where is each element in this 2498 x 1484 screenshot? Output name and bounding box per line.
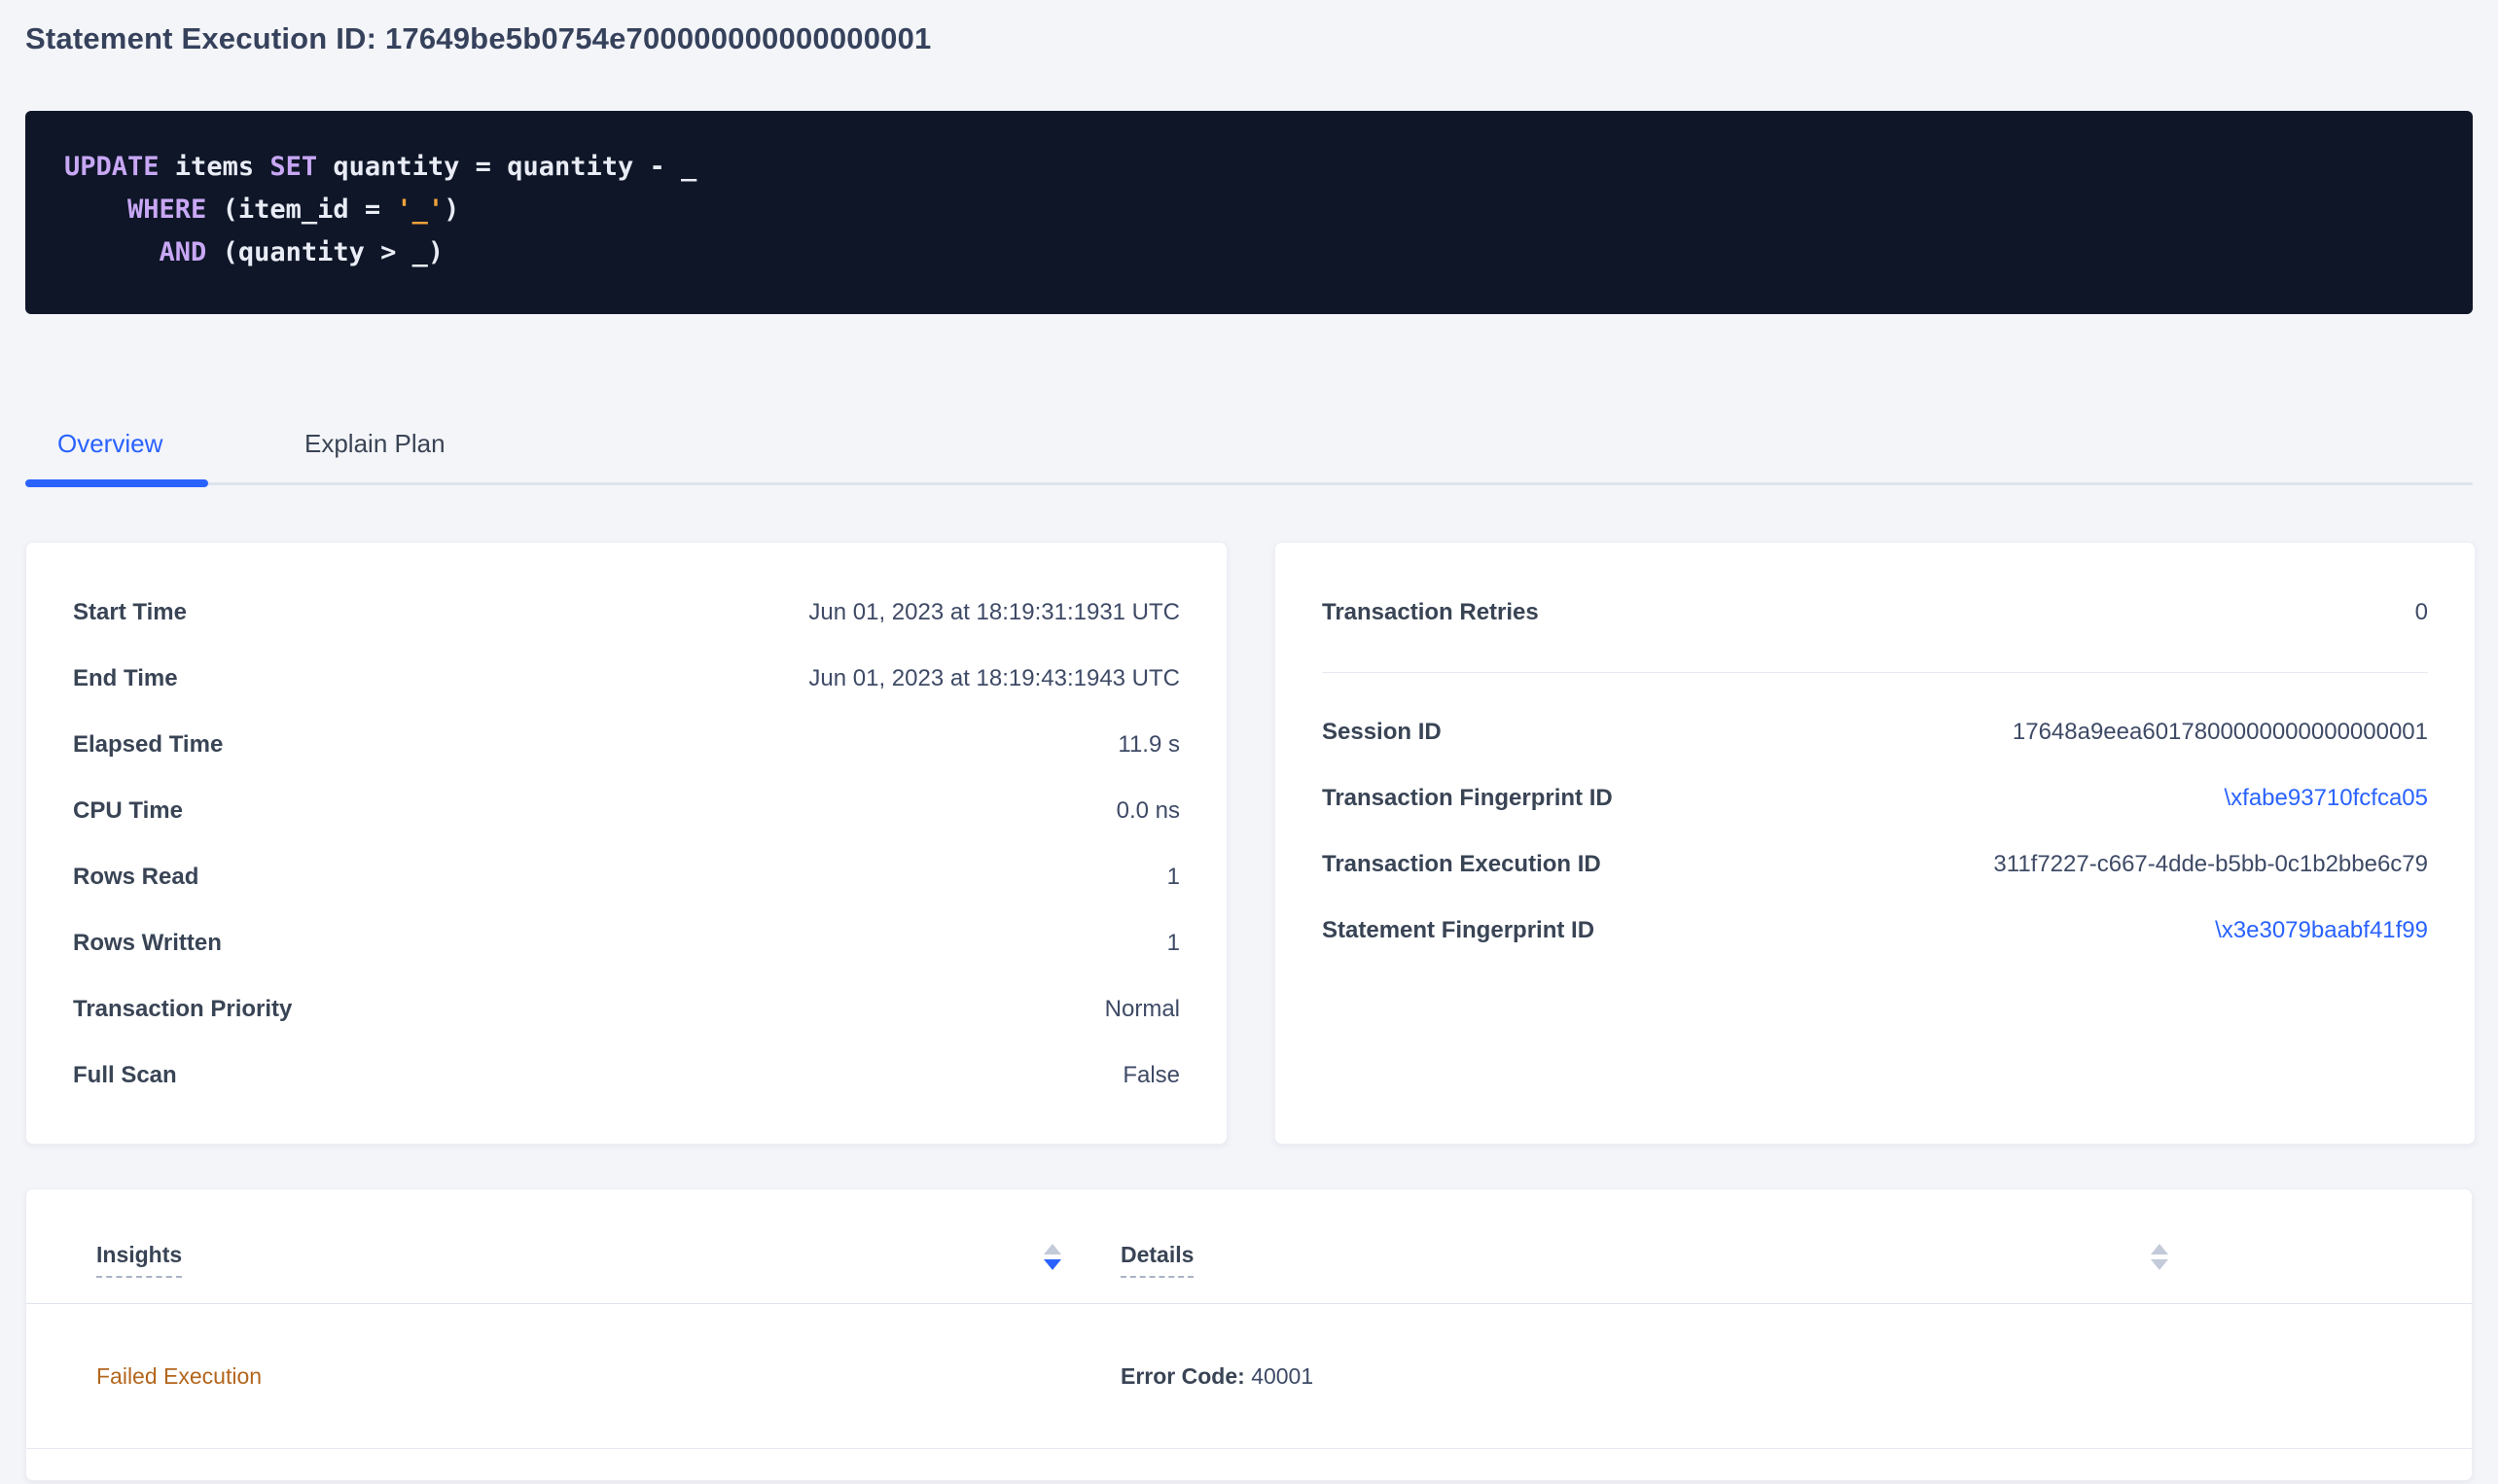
overview-stats-card: Start Time Jun 01, 2023 at 18:19:31:1931… — [25, 542, 1228, 1145]
active-tab-indicator — [25, 479, 208, 487]
column-header-insights[interactable]: Insights — [96, 1242, 182, 1278]
tab-overview[interactable]: Overview — [57, 429, 162, 459]
insights-table-header: Insights Details — [26, 1189, 2472, 1304]
insights-table-row: Failed Execution Error Code: 40001 — [26, 1304, 2472, 1449]
stat-label: CPU Time — [73, 797, 183, 825]
transaction-execution-id-value: 311f7227-c667-4dde-b5bb-0c1b2bbe6c79 — [1993, 851, 2428, 878]
stat-label: Session ID — [1322, 719, 1442, 746]
sql-statement-code: UPDATE items SET quantity = quantity - _… — [64, 146, 2434, 274]
stat-label: Rows Read — [73, 864, 198, 891]
page-title: Statement Execution ID: 17649be5b0754e70… — [25, 21, 931, 56]
transaction-ids-card: Transaction Retries 0 Session ID 17648a9… — [1274, 542, 2476, 1145]
statement-fingerprint-id-link[interactable]: \x3e3079baabf41f99 — [2215, 917, 2428, 944]
stat-row: Rows Written 1 — [73, 910, 1180, 976]
caret-up-icon — [1044, 1244, 1061, 1254]
caret-down-icon — [1044, 1259, 1061, 1270]
stat-label: Start Time — [73, 599, 187, 626]
stat-row: Elapsed Time 11.9 s — [73, 712, 1180, 778]
caret-down-icon — [2151, 1259, 2168, 1270]
stat-value: 11.9 s — [1118, 731, 1180, 759]
stat-value: Normal — [1105, 996, 1180, 1023]
stat-value: Jun 01, 2023 at 18:19:43:1943 UTC — [808, 665, 1180, 692]
stat-row: Transaction Priority Normal — [73, 976, 1180, 1042]
stat-row: Transaction Execution ID 311f7227-c667-4… — [1322, 831, 2428, 898]
tab-explain-plan[interactable]: Explain Plan — [304, 429, 446, 459]
stat-value: 1 — [1167, 930, 1180, 957]
stat-value: 0 — [2415, 599, 2428, 626]
error-code-value: 40001 — [1251, 1363, 1313, 1389]
stat-row: Transaction Fingerprint ID \xfabe93710fc… — [1322, 765, 2428, 831]
error-code-label: Error Code: — [1121, 1363, 1245, 1389]
stat-value: 0.0 ns — [1117, 797, 1180, 825]
stat-row: CPU Time 0.0 ns — [73, 778, 1180, 844]
stat-label: Transaction Execution ID — [1322, 851, 1601, 878]
sort-icon-insights[interactable] — [1044, 1244, 1061, 1270]
transaction-fingerprint-id-link[interactable]: \xfabe93710fcfca05 — [2225, 785, 2429, 812]
stat-row: Start Time Jun 01, 2023 at 18:19:31:1931… — [73, 580, 1180, 646]
insight-details-cell: Error Code: 40001 — [1121, 1363, 1313, 1390]
card-divider — [1322, 672, 2428, 673]
stat-value: 1 — [1167, 864, 1180, 891]
stat-label: Transaction Priority — [73, 996, 292, 1023]
stat-label: Full Scan — [73, 1062, 177, 1089]
stat-label: Transaction Retries — [1322, 599, 1539, 626]
stat-row: Session ID 17648a9eea6017800000000000000… — [1322, 699, 2428, 765]
stat-label: Rows Written — [73, 930, 222, 957]
session-id-value: 17648a9eea6017800000000000000001 — [2013, 719, 2428, 746]
stat-value: Jun 01, 2023 at 18:19:31:1931 UTC — [808, 599, 1180, 626]
stat-row: Full Scan False — [73, 1042, 1180, 1109]
stat-label: Statement Fingerprint ID — [1322, 917, 1594, 944]
stat-value: False — [1123, 1062, 1180, 1089]
caret-up-icon — [2151, 1244, 2168, 1254]
insight-type-cell: Failed Execution — [96, 1363, 262, 1390]
stat-row: Transaction Retries 0 — [1322, 580, 2428, 646]
stat-row: Statement Fingerprint ID \x3e3079baabf41… — [1322, 898, 2428, 964]
stat-label: End Time — [73, 665, 178, 692]
stat-row: End Time Jun 01, 2023 at 18:19:43:1943 U… — [73, 646, 1180, 712]
column-header-details[interactable]: Details — [1121, 1242, 1194, 1278]
stat-label: Elapsed Time — [73, 731, 223, 759]
stat-label: Transaction Fingerprint ID — [1322, 785, 1613, 812]
sort-icon-details[interactable] — [2151, 1244, 2168, 1270]
insights-table-card: Insights Details Failed Execution Error … — [25, 1188, 2473, 1481]
sql-statement-box: UPDATE items SET quantity = quantity - _… — [25, 111, 2473, 314]
stat-row: Rows Read 1 — [73, 844, 1180, 910]
tabs-baseline — [25, 482, 2473, 485]
